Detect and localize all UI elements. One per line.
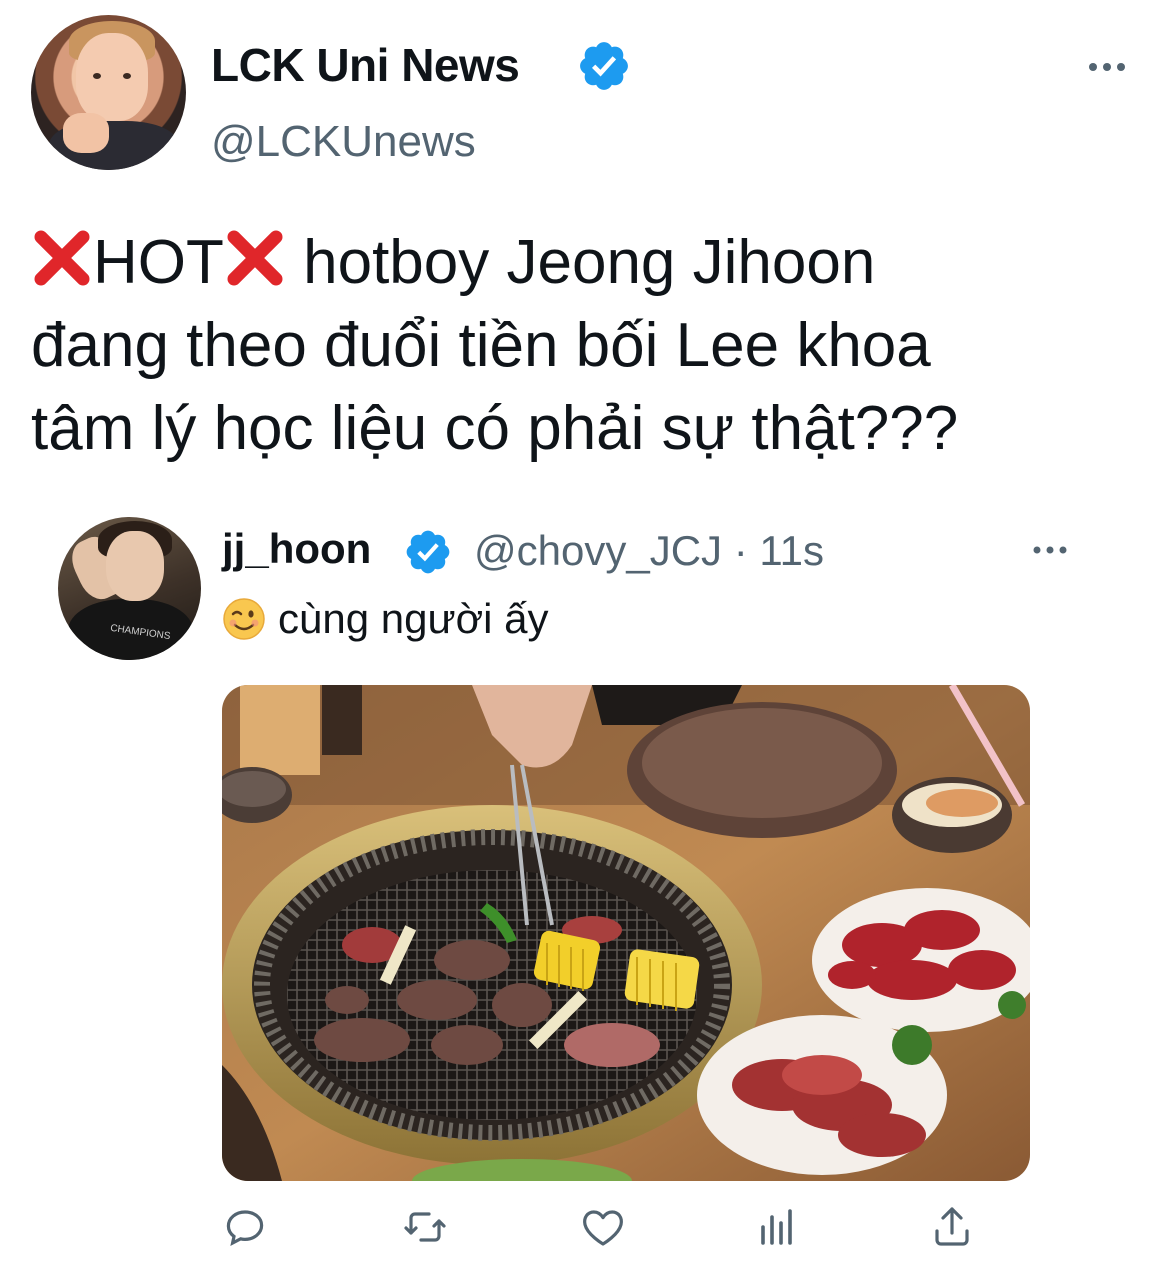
quoted-author-avatar[interactable]: CHAMPIONS	[58, 517, 201, 660]
retweet-icon[interactable]	[401, 1203, 449, 1251]
analytics-icon[interactable]	[753, 1203, 801, 1251]
heart-icon[interactable]	[579, 1203, 627, 1251]
cross-mark-icon	[34, 230, 90, 286]
quoted-tweet-text-body: cùng người ấy	[278, 595, 549, 642]
tweet-hot-word: HOT	[93, 228, 224, 297]
cross-mark-icon	[227, 230, 283, 286]
quoted-author-display-name[interactable]: jj_hoon	[222, 525, 371, 573]
quoted-timestamp[interactable]: 11s	[759, 527, 824, 574]
tweet-screen: LCK Uni News @LCKUnews HOT hotboy Jeong …	[0, 0, 1170, 1285]
tweet-text-line-1-rest: hotboy Jeong Jihoon	[285, 228, 876, 297]
korean-bbq-photo[interactable]	[222, 685, 1030, 1181]
tweet-text-line-3: tâm lý học liệu có phải sự thật???	[31, 394, 959, 463]
quoted-author-meta[interactable]: @chovy_JCJ · 11s	[474, 527, 824, 575]
quoted-author-handle[interactable]: @chovy_JCJ	[474, 527, 722, 574]
more-horizontal-icon[interactable]	[1082, 42, 1132, 92]
tweet-text-line-1: HOT hotboy Jeong Jihoon	[31, 221, 1141, 304]
meta-separator: ·	[722, 527, 760, 574]
verified-badge-icon	[580, 42, 628, 90]
tweet-text-line-2: đang theo đuổi tiền bối Lee khoa	[31, 311, 931, 380]
quoted-tweet-text: cùng người ấy	[222, 595, 548, 643]
author-handle[interactable]: @LCKUnews	[211, 117, 476, 167]
winking-face-icon	[223, 598, 265, 640]
more-horizontal-icon[interactable]	[1028, 530, 1072, 570]
author-avatar[interactable]	[31, 15, 186, 170]
verified-badge-icon	[406, 530, 450, 574]
reply-icon[interactable]	[221, 1203, 269, 1251]
author-display-name[interactable]: LCK Uni News	[211, 38, 520, 92]
share-icon[interactable]	[928, 1203, 976, 1251]
tweet-text: HOT hotboy Jeong Jihoon đang theo đuổi t…	[31, 221, 1141, 470]
